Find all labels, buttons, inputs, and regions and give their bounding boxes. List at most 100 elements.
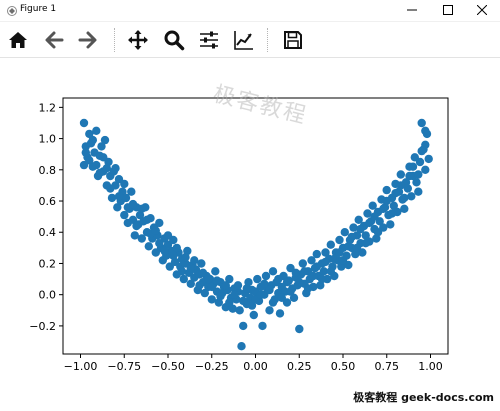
configure-subplots-button[interactable] [195,26,223,54]
data-point [85,156,94,165]
data-point [92,160,101,170]
data-point [151,226,160,235]
home-button[interactable] [4,26,32,54]
close-icon [477,5,487,15]
data-point [107,193,117,203]
data-point [382,196,391,206]
data-point [258,321,267,331]
arrow-left-icon [45,31,64,49]
line-chart-icon [234,31,253,50]
forward-button[interactable] [74,26,102,54]
data-point [88,135,98,145]
data-point [261,271,271,281]
data-point [195,281,204,290]
data-point [408,162,418,171]
data-point [407,192,416,201]
y-tick-label: 0.6 [39,195,57,208]
app-icon [7,6,17,16]
data-point [373,228,383,237]
data-point [347,232,356,242]
data-point [317,274,327,284]
data-point [400,204,409,213]
data-point [349,223,358,232]
data-point [326,267,335,276]
data-point [295,324,304,334]
data-point [424,154,433,164]
data-point [417,118,426,128]
data-point [79,118,89,128]
pan-button[interactable] [124,26,152,54]
move-icon [128,30,148,50]
data-point [230,290,239,299]
data-point [300,267,309,276]
data-point [99,153,108,162]
data-point [120,179,129,189]
data-point [421,165,430,174]
data-point [412,178,421,187]
x-tick-label: 0.50 [331,360,356,373]
data-point [92,126,101,135]
data-point [221,281,230,290]
data-point [414,170,423,179]
zoom-button[interactable] [160,26,188,54]
data-point [382,185,391,195]
data-point [414,187,423,196]
x-tick-label: −0.50 [151,360,185,373]
floppy-disk-icon [284,31,302,49]
data-point [237,342,246,351]
data-point [102,164,112,173]
data-point [286,287,295,296]
data-point [282,278,292,287]
data-point [312,262,321,271]
data-point [100,135,110,145]
data-point [386,220,395,229]
data-point [186,263,195,273]
data-point [303,284,313,293]
data-point [265,306,274,315]
y-tick-label: 0.2 [39,257,57,270]
data-point [335,248,344,257]
data-point [128,199,138,209]
data-point [239,321,248,331]
data-point [155,218,164,228]
data-point [309,271,318,281]
data-point [242,284,251,293]
data-point [275,309,285,318]
data-point [132,221,141,231]
edit-axis-button[interactable] [230,26,258,54]
data-point [160,246,169,256]
data-point [396,170,405,179]
data-point [396,181,405,190]
data-point [405,171,414,181]
data-point [211,267,220,276]
navigation-toolbar [0,22,500,58]
data-point [268,267,278,276]
save-button[interactable] [279,26,307,54]
data-point [265,285,274,295]
data-point [111,164,120,173]
data-point [387,209,397,218]
data-point [338,256,348,265]
data-point [95,168,105,178]
data-point [335,235,344,245]
data-point [298,259,307,268]
data-point [268,298,278,307]
minimize-icon [407,9,417,11]
x-tick-label: 0.25 [287,360,312,373]
minimize-button[interactable] [394,0,430,20]
data-point [391,189,400,198]
data-point [239,296,248,306]
data-point [361,239,370,248]
y-tick-label: −0.2 [29,320,56,333]
back-button[interactable] [40,26,68,54]
data-point [216,292,225,301]
data-point [356,224,365,234]
close-button[interactable] [464,0,500,20]
toolbar-separator [267,28,268,52]
data-point [274,274,283,284]
data-point [326,240,335,249]
data-point [142,215,152,224]
x-tick-label: −1.00 [64,360,98,373]
maximize-button[interactable] [430,0,466,20]
window-title: Figure 1 [20,4,57,14]
